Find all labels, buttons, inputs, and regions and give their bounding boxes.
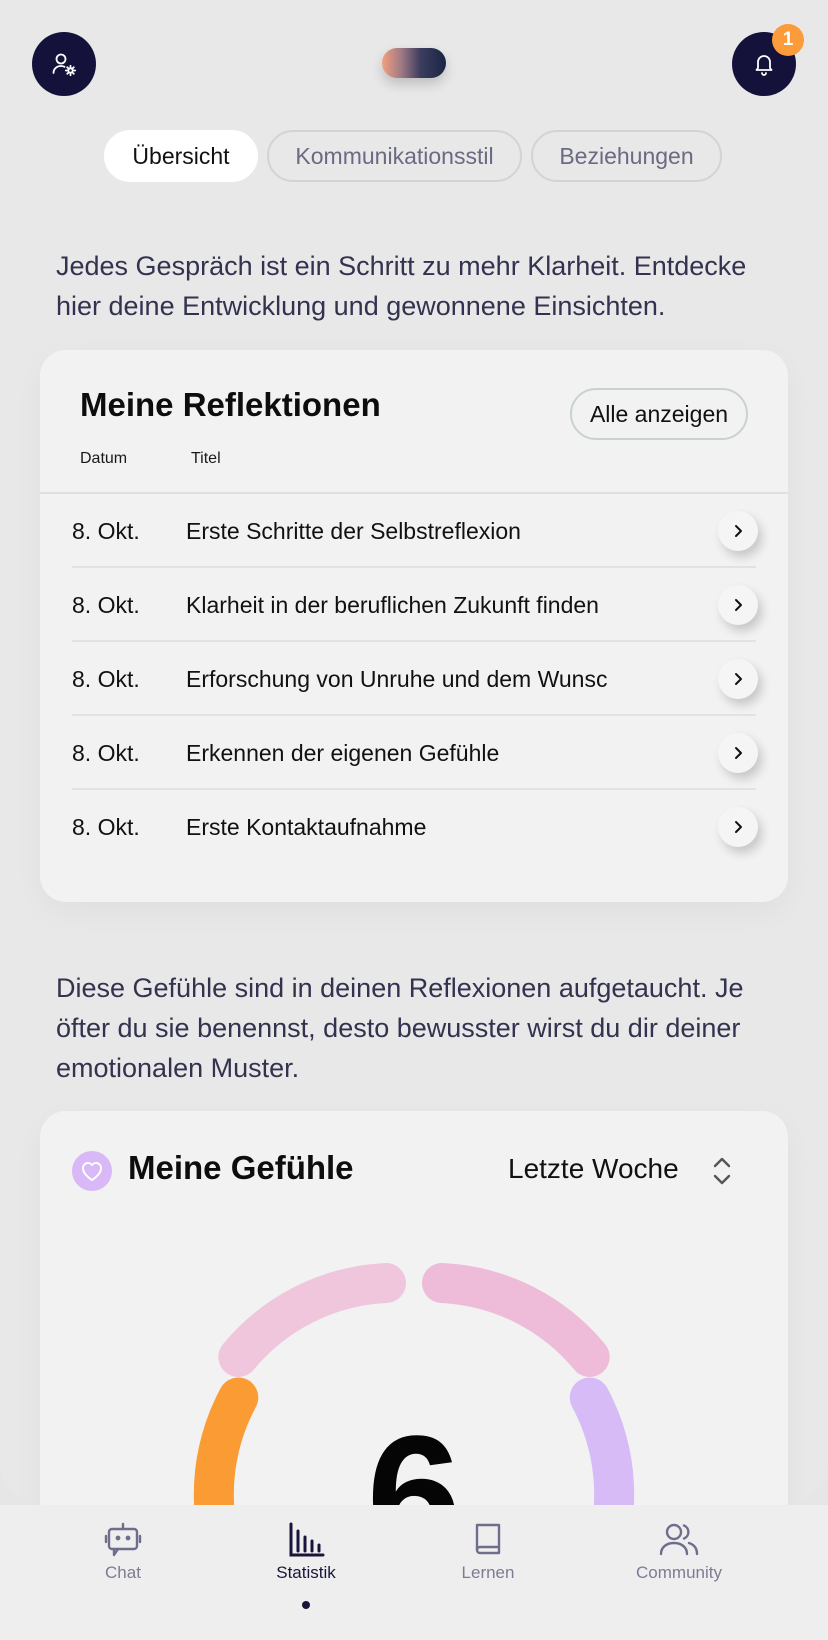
reflection-row[interactable]: 8. Okt. Erforschung von Unruhe und dem W… <box>72 642 758 716</box>
chat-bot-icon <box>104 1522 142 1557</box>
bottom-navigation: Chat Statistik Lernen Community <box>0 1505 828 1640</box>
reflections-card: Meine Reflektionen Alle anzeigen Datum T… <box>40 350 788 902</box>
column-header-date: Datum <box>80 450 128 467</box>
reflection-title: Erkennen der eigenen Gefühle <box>186 740 500 766</box>
nav-statistics-label: Statistik <box>276 1563 336 1582</box>
reflections-title: Meine Reflektionen <box>80 386 381 423</box>
reflection-row[interactable]: 8. Okt. Klarheit in der beruflichen Zuku… <box>72 568 758 642</box>
nav-learn-label: Lernen <box>461 1563 515 1582</box>
reflection-title: Erforschung von Unruhe und dem Wunsc <box>186 666 608 692</box>
chevron-right-icon[interactable] <box>718 733 758 773</box>
reflection-title: Erste Schritte der Selbstreflexion <box>186 518 521 544</box>
nav-chat-label: Chat <box>105 1563 141 1582</box>
profile-settings-button[interactable] <box>32 32 96 96</box>
reflection-date: 8. Okt. <box>72 592 140 618</box>
notification-badge: 1 <box>772 24 804 56</box>
users-icon <box>659 1523 699 1556</box>
reflection-date: 8. Okt. <box>72 740 140 766</box>
reflection-title: Klarheit in der beruflichen Zukunft find… <box>186 592 599 618</box>
nav-statistics[interactable]: Statistik <box>226 1521 386 1583</box>
reflection-date: 8. Okt. <box>72 666 140 692</box>
gauge-segment-pink-light <box>218 1263 406 1377</box>
column-header-title: Titel <box>191 450 221 467</box>
app-logo <box>382 48 446 78</box>
chevron-right-icon[interactable] <box>718 659 758 699</box>
feelings-intro-text: Diese Gefühle sind in deinen Reflexionen… <box>56 973 744 1083</box>
tab-overview[interactable]: Übersicht <box>104 130 258 182</box>
reflections-intro-text: Jedes Gespräch ist ein Schritt zu mehr K… <box>56 251 747 321</box>
tab-relationships[interactable]: Beziehungen <box>531 130 722 182</box>
reflection-date: 8. Okt. <box>72 814 140 840</box>
nav-community[interactable]: Community <box>599 1521 759 1583</box>
bell-icon <box>755 55 773 76</box>
tab-bar: Übersicht Kommunikationsstil Beziehungen <box>0 130 828 182</box>
active-indicator <box>302 1601 310 1609</box>
bar-chart-icon <box>289 1522 325 1557</box>
reflection-title: Erste Kontaktaufnahme <box>186 814 427 840</box>
nav-learn[interactable]: Lernen <box>408 1521 568 1583</box>
gauge-segment-pink <box>422 1263 610 1377</box>
feelings-card: Meine Gefühle Letzte Woche 6 <box>40 1111 788 1505</box>
book-icon <box>475 1523 501 1555</box>
chevron-right-icon[interactable] <box>718 807 758 847</box>
user-settings-icon <box>52 53 77 77</box>
reflection-row[interactable]: 8. Okt. Erste Schritte der Selbstreflexi… <box>72 494 758 568</box>
reflection-date: 8. Okt. <box>72 518 140 544</box>
reflection-row[interactable]: 8. Okt. Erkennen der eigenen Gefühle <box>72 716 758 790</box>
main-screen: 1 Übersicht Kommunikationsstil Beziehung… <box>0 0 828 1505</box>
tab-communication-style[interactable]: Kommunikationsstil <box>267 130 522 182</box>
show-all-button[interactable]: Alle anzeigen <box>570 388 748 440</box>
chevron-right-icon[interactable] <box>718 511 758 551</box>
feelings-total: 6 <box>366 1401 462 1505</box>
chevron-right-icon[interactable] <box>718 585 758 625</box>
nav-chat[interactable]: Chat <box>43 1521 203 1583</box>
nav-community-label: Community <box>636 1563 722 1582</box>
reflection-row[interactable]: 8. Okt. Erste Kontaktaufnahme <box>72 790 758 864</box>
